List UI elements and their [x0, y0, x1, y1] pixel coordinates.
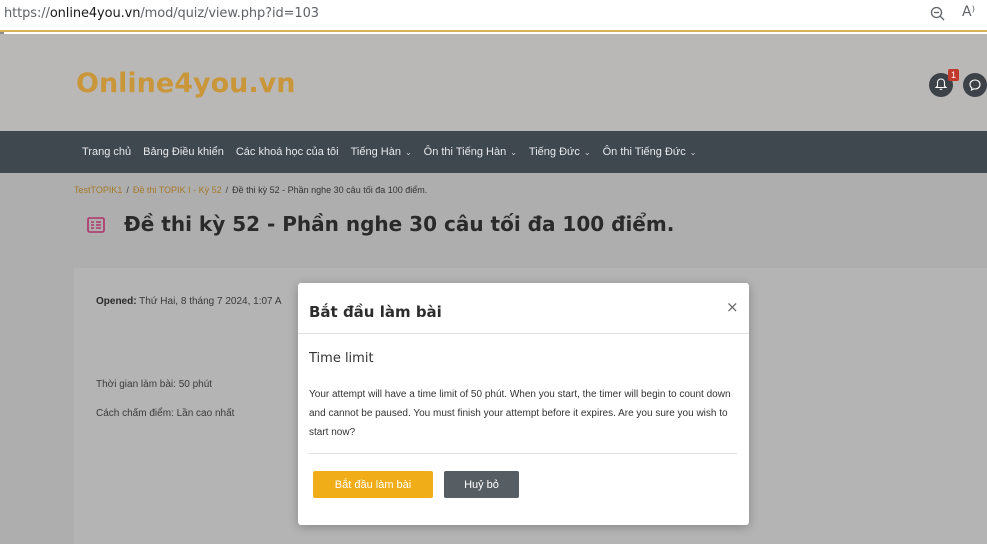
chat-bubble-icon — [969, 79, 981, 91]
url-path: /mod/quiz/view.php?id=103 — [140, 6, 319, 21]
dialog-subtitle: Time limit — [309, 351, 374, 366]
opened-label: Opened: — [96, 296, 137, 307]
url-prefix: https:// — [4, 6, 50, 21]
nav-item-label: Tiếng Hàn — [350, 146, 401, 158]
cancel-button[interactable]: Huỷ bỏ — [444, 471, 519, 498]
nav-item-label: Các khoá học của tôi — [235, 146, 339, 158]
nav-item-german-exam[interactable]: Ôn thi Tiếng Đức ⌄ — [603, 146, 697, 158]
opened-value: Thứ Hai, 8 tháng 7 2024, 1:07 A — [136, 296, 282, 307]
opened-date: Opened: Thứ Hai, 8 tháng 7 2024, 1:07 A — [96, 296, 282, 307]
chevron-down-icon: ⌄ — [404, 147, 412, 157]
page-title: Đề thi kỳ 52 - Phần nghe 30 câu tối đa 1… — [124, 212, 675, 236]
dialog-message: Your attempt will have a time limit of 5… — [309, 389, 731, 438]
start-attempt-button[interactable]: Bắt đầu làm bài — [313, 471, 433, 498]
nav-item-label: Ôn thi Tiếng Đức — [602, 146, 686, 158]
nav-item-my-courses[interactable]: Các khoá học của tôi — [236, 146, 339, 158]
nav-item-korean[interactable]: Tiếng Hàn ⌄ — [351, 146, 412, 158]
dialog-divider — [298, 333, 749, 334]
zoom-out-icon[interactable] — [930, 6, 946, 22]
nav-item-home[interactable]: Trang chủ — [82, 146, 131, 158]
nav-item-german[interactable]: Tiếng Đức ⌄ — [529, 146, 591, 158]
start-attempt-dialog: Bắt đầu làm bài × Time limit Your attemp… — [298, 283, 749, 525]
dialog-title: Bắt đầu làm bài — [309, 303, 442, 321]
read-aloud-icon[interactable]: A⁾ — [962, 4, 975, 20]
grading-method-info: Cách chấm điểm: Lần cao nhất — [96, 408, 235, 419]
dialog-divider — [309, 453, 737, 454]
nav-item-korean-exam[interactable]: Ôn thi Tiếng Hàn ⌄ — [424, 146, 517, 158]
breadcrumb-item-current: Đề thi kỳ 52 - Phần nghe 30 câu tối đa 1… — [232, 185, 428, 195]
breadcrumb-item-course[interactable]: TestTOPIK1 — [74, 185, 122, 195]
chevron-down-icon: ⌄ — [510, 147, 517, 157]
site-logo[interactable]: Online4you.vn — [76, 68, 295, 99]
chevron-down-icon: ⌄ — [689, 147, 697, 157]
messages-button[interactable] — [963, 73, 987, 97]
nav-item-dashboard[interactable]: Bảng Điều khiển — [143, 146, 224, 158]
nav-list: Trang chủ Bảng Điều khiển Các khoá học c… — [82, 146, 708, 158]
chevron-down-icon: ⌄ — [583, 147, 591, 157]
bell-icon — [935, 78, 947, 91]
main-navigation: Trang chủ Bảng Điều khiển Các khoá học c… — [0, 131, 987, 173]
nav-item-label: Tiếng Đức — [528, 146, 580, 158]
nav-item-label: Bảng Điều khiển — [143, 146, 224, 158]
breadcrumb: TestTOPIK1/Đề thi TOPIK I - Kỳ 52/Đề thi… — [74, 185, 427, 195]
quiz-icon — [87, 217, 105, 233]
time-limit-info: Thời gian làm bài: 50 phút — [96, 379, 213, 390]
browser-address-bar[interactable]: https://online4you.vn/mod/quiz/view.php?… — [0, 0, 987, 32]
nav-item-label: Trang chủ — [82, 146, 132, 158]
breadcrumb-separator: / — [225, 185, 229, 195]
breadcrumb-separator: / — [126, 185, 129, 195]
nav-item-label: Ôn thi Tiếng Hàn — [423, 146, 507, 158]
url-host: online4you.vn — [49, 6, 141, 21]
site-header: Online4you.vn 1 — [0, 34, 987, 131]
notification-count-badge: 1 — [948, 69, 959, 81]
url-text[interactable]: https://online4you.vn/mod/quiz/view.php?… — [4, 6, 319, 21]
breadcrumb-item-section[interactable]: Đề thi TOPIK I - Kỳ 52 — [133, 185, 222, 195]
close-icon[interactable]: × — [726, 298, 739, 316]
